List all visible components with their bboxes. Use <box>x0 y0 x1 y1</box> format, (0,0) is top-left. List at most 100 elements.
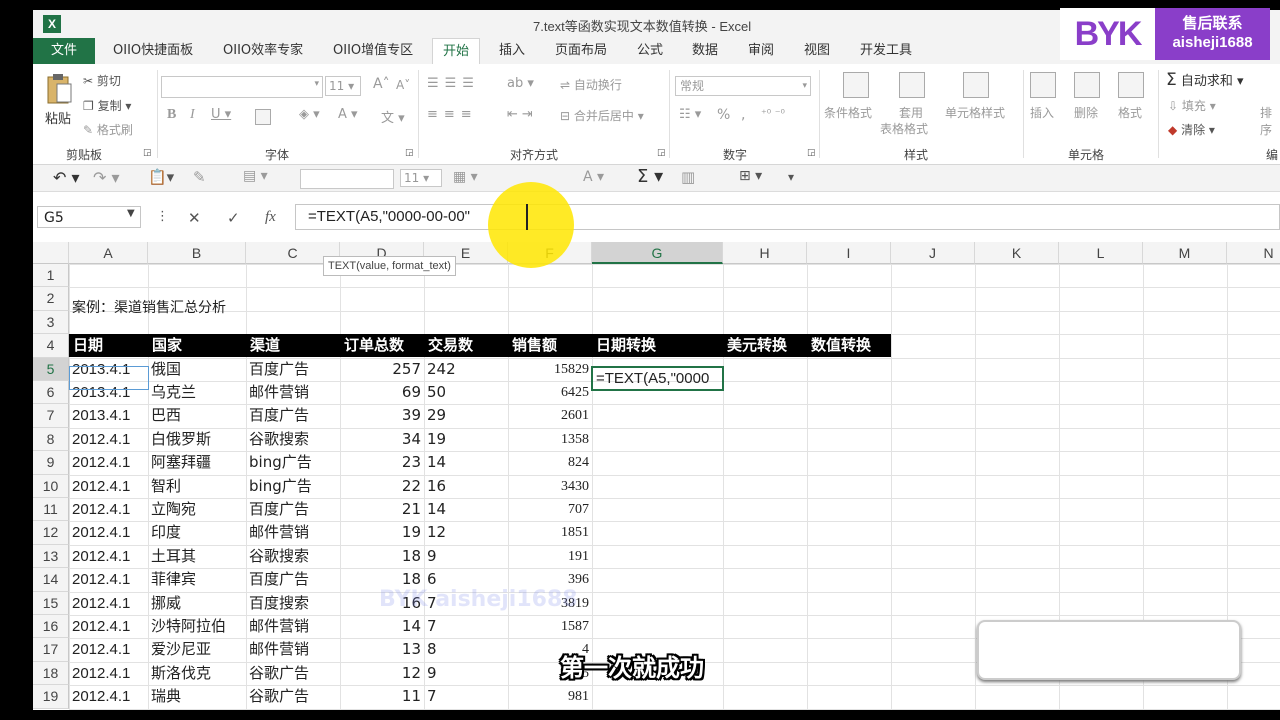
table-cell[interactable]: 挪威 <box>148 592 246 615</box>
conditional-format-button[interactable]: 条件格式 <box>824 104 872 121</box>
table-cell[interactable]: 9 <box>424 662 508 685</box>
table-cell[interactable]: 谷歌搜索 <box>246 428 340 451</box>
clipboard-launcher-icon[interactable]: ◲ <box>143 148 152 158</box>
format-table-icon[interactable] <box>899 72 925 98</box>
shrink-font-icon[interactable]: A˅ <box>396 78 410 92</box>
table-cell[interactable]: 2012.4.1 <box>69 545 148 568</box>
table-cell[interactable]: 2012.4.1 <box>69 498 148 521</box>
table-cell[interactable]: 14 <box>424 498 508 521</box>
row-header[interactable]: 19 <box>33 685 69 709</box>
conditional-format-icon[interactable] <box>843 72 869 98</box>
column-title-cell[interactable]: 国家 <box>148 334 246 358</box>
tab-developer[interactable]: 开发工具 <box>860 38 912 64</box>
print-preview-icon[interactable]: ▤ ▾ <box>243 168 268 184</box>
table-cell[interactable]: 257 <box>340 358 424 381</box>
table-cell[interactable]: 2012.4.1 <box>69 568 148 591</box>
column-title-cell[interactable]: 销售额 <box>508 334 592 358</box>
table-cell[interactable]: 18 <box>340 545 424 568</box>
table-cell[interactable]: 242 <box>424 358 508 381</box>
column-title-cell[interactable]: 日期转换 <box>592 334 723 358</box>
table-cell[interactable]: 9 <box>424 545 508 568</box>
row-header[interactable]: 16 <box>33 615 69 639</box>
table-cell[interactable]: 12 <box>340 662 424 685</box>
table-cell[interactable]: 981 <box>508 685 592 708</box>
table-cell[interactable]: 21 <box>340 498 424 521</box>
formula-input[interactable]: =TEXT(A5,"0000-00-00" <box>295 204 1280 230</box>
table-cell[interactable]: 智利 <box>148 475 246 498</box>
table-cell[interactable]: 15829 <box>508 358 592 381</box>
row-header[interactable]: 5 <box>33 357 69 381</box>
enter-icon[interactable]: ✓ <box>227 209 240 227</box>
number-format-select[interactable]: 常规 ▾ <box>675 76 811 96</box>
table-cell[interactable]: 2012.4.1 <box>69 475 148 498</box>
column-title-cell[interactable]: 美元转换 <box>723 334 807 358</box>
column-title-cell[interactable]: 交易数 <box>424 334 508 358</box>
horizontal-align-icons[interactable]: ≡≡≡ <box>427 107 478 122</box>
cancel-icon[interactable]: ✕ <box>188 209 201 227</box>
column-title-cell[interactable]: 渠道 <box>246 334 340 358</box>
sort-button[interactable]: 排序 <box>1260 104 1280 138</box>
format-painter-qat-icon[interactable]: ✎ <box>193 168 206 186</box>
tab-formulas[interactable]: 公式 <box>637 38 663 64</box>
row-header[interactable]: 1 <box>33 264 69 288</box>
delete-cells-button[interactable]: 删除 <box>1074 104 1098 121</box>
autosum-button[interactable]: Σ 自动求和 ▾ <box>1166 70 1244 90</box>
number-launcher-icon[interactable]: ◲ <box>807 148 816 158</box>
table-cell[interactable]: 爱沙尼亚 <box>148 638 246 661</box>
table-cell[interactable]: 百度广告 <box>246 404 340 427</box>
table-cell[interactable]: 俄国 <box>148 358 246 381</box>
qat-autosum-icon[interactable]: Σ ▾ <box>637 166 663 187</box>
table-cell[interactable]: 谷歌广告 <box>246 685 340 708</box>
table-cell[interactable]: 7 <box>424 615 508 638</box>
column-header-b[interactable]: B <box>148 242 246 264</box>
qat-font-size[interactable]: 11 ▾ <box>400 169 442 187</box>
wrap-text-button[interactable]: ⇌ 自动换行 <box>560 76 622 93</box>
row-header[interactable]: 9 <box>33 451 69 475</box>
table-cell[interactable]: 沙特阿拉伯 <box>148 615 246 638</box>
table-cell[interactable]: 百度搜索 <box>246 592 340 615</box>
name-box[interactable]: G5 <box>37 206 141 228</box>
table-cell[interactable]: 13 <box>340 638 424 661</box>
table-cell[interactable]: 16 <box>424 475 508 498</box>
active-cell-g5[interactable]: =TEXT(A5,"0000 <box>591 366 724 391</box>
case-title-cell[interactable]: 案例：渠道销售汇总分析 <box>69 297 229 320</box>
table-cell[interactable]: 23 <box>340 451 424 474</box>
row-header[interactable]: 11 <box>33 498 69 522</box>
underline-button[interactable]: U ▾ <box>211 107 231 122</box>
redo-icon[interactable]: ↷ ▾ <box>93 168 120 187</box>
table-cell[interactable]: 50 <box>424 381 508 404</box>
table-cell[interactable]: 2012.4.1 <box>69 428 148 451</box>
table-cell[interactable]: 邮件营销 <box>246 638 340 661</box>
table-cell[interactable]: 22 <box>340 475 424 498</box>
currency-icon[interactable]: ☷ ▾ <box>679 107 701 122</box>
bold-button[interactable]: B <box>167 107 176 123</box>
indent-icons[interactable]: ⇤⇥ <box>507 107 537 122</box>
column-header-l[interactable]: L <box>1059 242 1143 264</box>
table-cell[interactable]: 1587 <box>508 615 592 638</box>
table-cell[interactable]: 百度广告 <box>246 498 340 521</box>
row-header[interactable]: 14 <box>33 568 69 592</box>
column-header-i[interactable]: I <box>807 242 891 264</box>
tab-data[interactable]: 数据 <box>692 38 718 64</box>
qat-merge-icon[interactable]: ⊞ ▾ <box>739 168 762 184</box>
table-cell[interactable]: 斯洛伐克 <box>148 662 246 685</box>
table-cell[interactable]: 阿塞拜疆 <box>148 451 246 474</box>
decimal-icons[interactable]: ⁺⁰ ⁻⁰ <box>761 107 785 120</box>
row-header[interactable]: 2 <box>33 287 69 311</box>
table-cell[interactable]: 12 <box>424 521 508 544</box>
table-cell[interactable]: 29 <box>424 404 508 427</box>
tab-page-layout[interactable]: 页面布局 <box>555 38 607 64</box>
row-header[interactable]: 6 <box>33 381 69 405</box>
table-cell[interactable]: 乌克兰 <box>148 381 246 404</box>
row-header[interactable]: 4 <box>33 334 69 358</box>
table-cell[interactable]: 瑞典 <box>148 685 246 708</box>
table-cell[interactable]: 谷歌广告 <box>246 662 340 685</box>
percent-icon[interactable]: % <box>717 107 730 123</box>
tab-file[interactable]: 文件 <box>33 38 95 64</box>
table-cell[interactable]: 巴西 <box>148 404 246 427</box>
table-cell[interactable]: 立陶宛 <box>148 498 246 521</box>
font-color-icon[interactable]: A ▾ <box>338 107 358 122</box>
table-cell[interactable]: 百度广告 <box>246 358 340 381</box>
table-cell[interactable]: 1358 <box>508 428 592 451</box>
clear-button[interactable]: ◆ 清除 ▾ <box>1168 121 1215 138</box>
